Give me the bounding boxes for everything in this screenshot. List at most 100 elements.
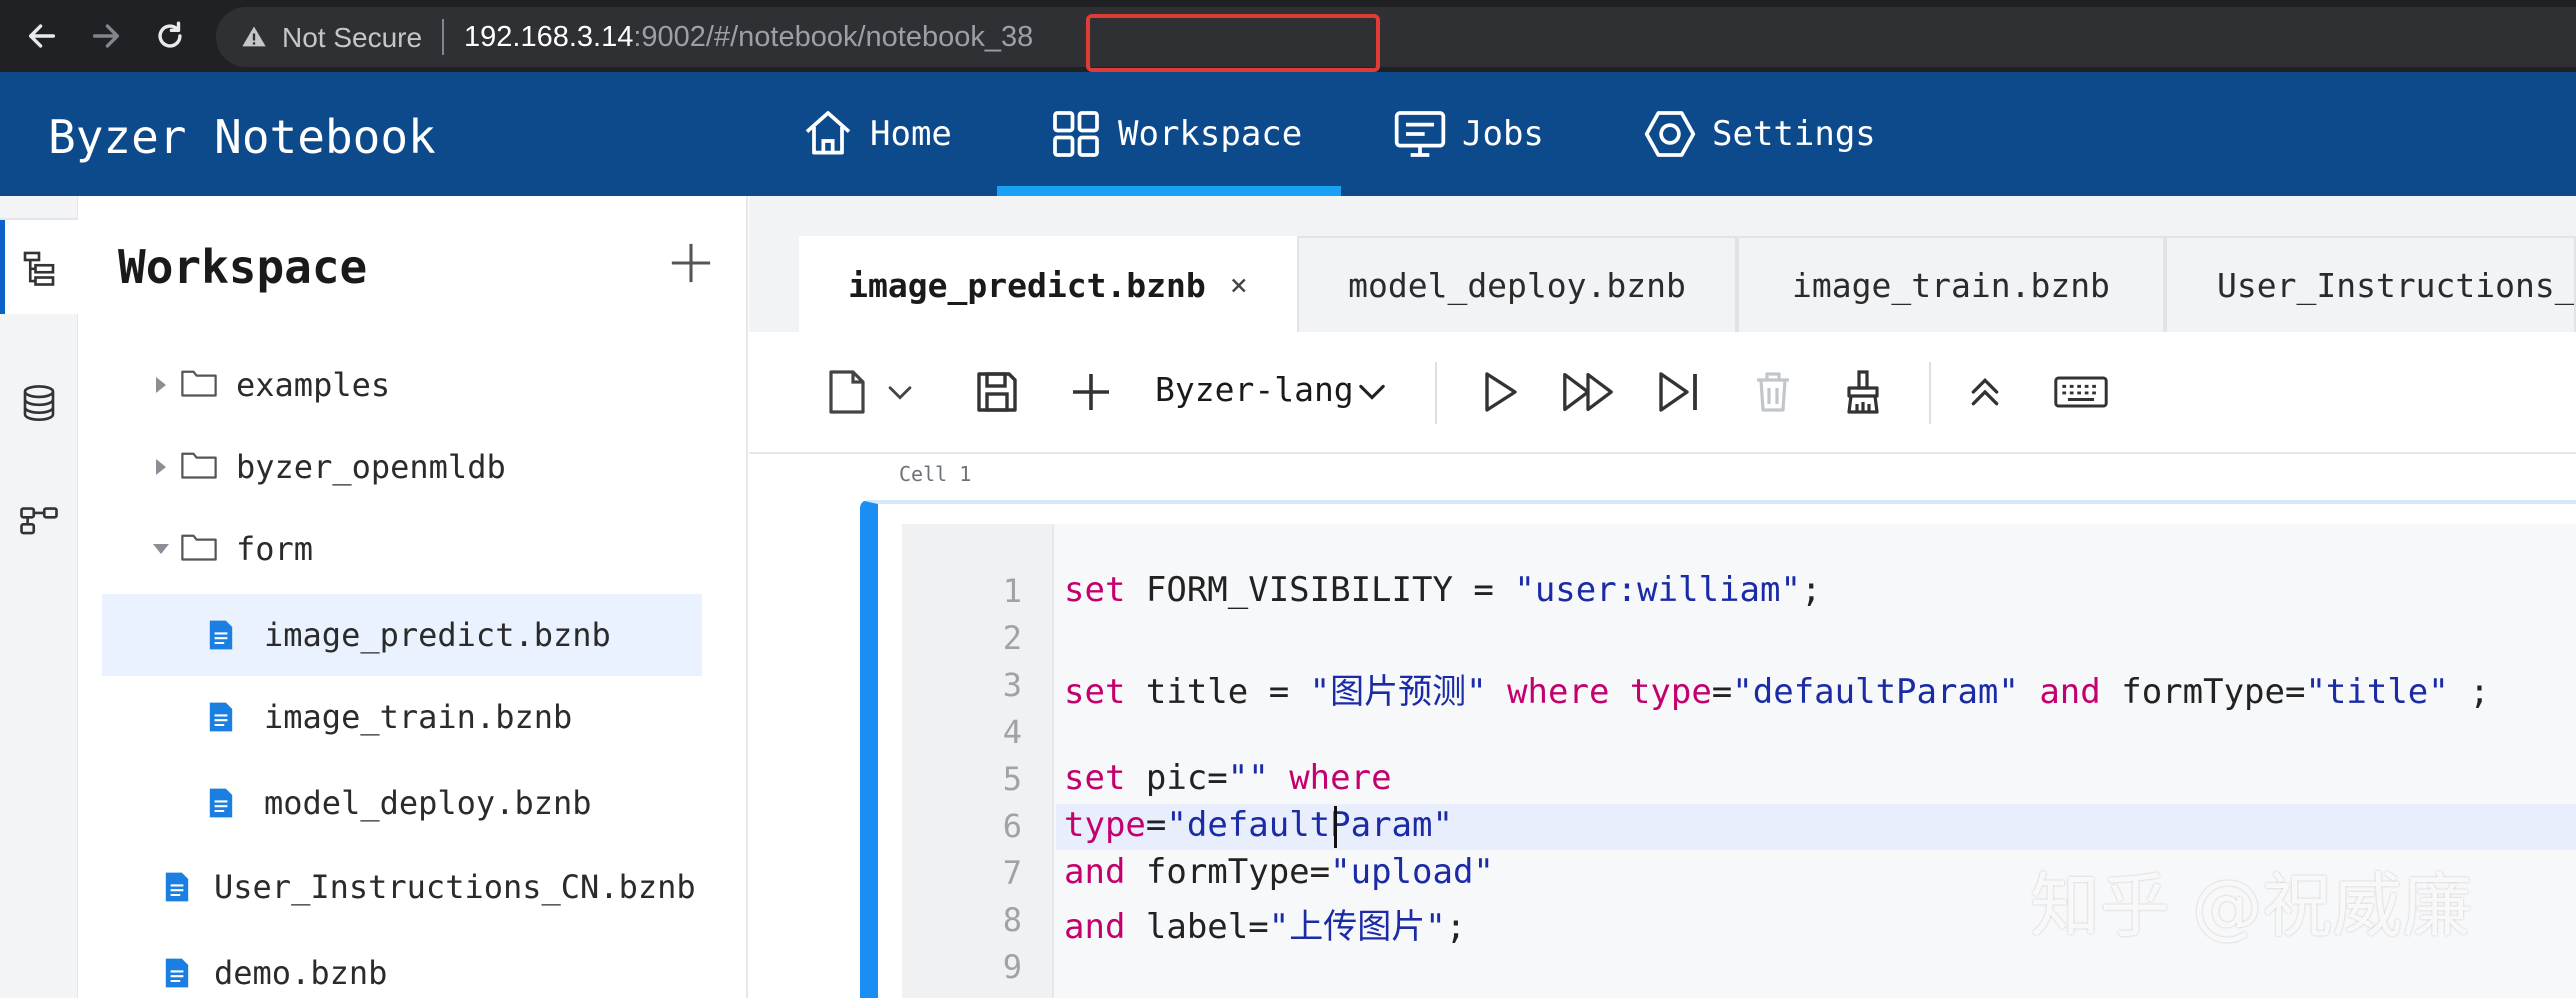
- line-number: 6: [1002, 807, 1022, 845]
- forward-icon[interactable]: [82, 12, 130, 60]
- tree-file-demo[interactable]: demo.bznb: [102, 932, 702, 998]
- toolbar-separator: [1929, 362, 1931, 424]
- url-highlight-box: [1086, 14, 1380, 72]
- code-token: where: [1486, 672, 1630, 712]
- file-icon: [165, 872, 189, 902]
- chevron-down-icon[interactable]: [1355, 378, 1389, 406]
- nav-settings[interactable]: Settings: [1642, 72, 1876, 196]
- save-icon[interactable]: [973, 368, 1021, 416]
- nav-jobs[interactable]: Jobs: [1392, 72, 1544, 196]
- nav-home-label: Home: [870, 114, 952, 154]
- code-token: type: [1064, 805, 1146, 845]
- run-below-icon[interactable]: [1655, 368, 1703, 416]
- keyboard-icon[interactable]: [2053, 368, 2109, 416]
- tree-item-label: examples: [236, 366, 391, 404]
- line-number-gutter: 1 2 3 4 5 6 7 8 9: [902, 524, 1054, 998]
- code-token: and: [2018, 672, 2122, 712]
- brand-title[interactable]: Byzer Notebook: [48, 110, 436, 164]
- code-token: and: [1064, 907, 1126, 947]
- tree-folder-byzer-openmldb[interactable]: byzer_openmldb: [102, 426, 702, 508]
- code-token: "图片预测": [1309, 672, 1487, 712]
- add-icon[interactable]: [668, 240, 714, 286]
- code-token: where: [1268, 758, 1392, 798]
- folder-icon: [181, 370, 217, 397]
- tree-file-user-instructions[interactable]: User_Instructions_CN.bznb: [102, 846, 702, 928]
- tree-file-image-predict[interactable]: image_predict.bznb: [102, 594, 702, 676]
- file-icon: [165, 958, 189, 988]
- browser-toolbar: Not Secure 192.168.3.14:9002/#/notebook/…: [0, 0, 2576, 72]
- back-icon[interactable]: [18, 12, 66, 60]
- nav-home[interactable]: Home: [800, 72, 952, 196]
- tree-item-label: image_train.bznb: [264, 698, 573, 736]
- close-icon[interactable]: ×: [1230, 268, 1248, 303]
- add-cell-icon[interactable]: [1067, 368, 1115, 416]
- code-token: "defaultParam": [1732, 672, 2019, 712]
- url-path: :9002/#/notebook: [633, 21, 858, 53]
- nav-settings-label: Settings: [1712, 114, 1876, 154]
- workspace-title: Workspace: [118, 240, 368, 294]
- code-token: type: [1629, 672, 1712, 712]
- tree-item-label: demo.bznb: [214, 954, 388, 992]
- line-number: 9: [1002, 948, 1022, 986]
- notebook-tabs: image_predict.bznb × model_deploy.bznb i…: [799, 236, 2576, 332]
- tree-file-model-deploy[interactable]: model_deploy.bznb: [102, 762, 702, 844]
- workspace-panel: Workspace examples byzer_openmldb form i…: [78, 196, 748, 998]
- code-token: title =: [1125, 672, 1310, 712]
- line-number: 4: [1002, 713, 1022, 751]
- tab-model-deploy[interactable]: model_deploy.bznb: [1297, 236, 1737, 332]
- code-token: =: [1711, 672, 1733, 712]
- language-select[interactable]: Byzer-lang: [1155, 370, 1354, 409]
- run-all-icon[interactable]: [1559, 368, 1617, 416]
- warning-icon[interactable]: [240, 23, 268, 51]
- code-token: and: [1064, 852, 1126, 892]
- tab-label: model_deploy.bznb: [1348, 265, 1686, 305]
- chevron-down-icon[interactable]: [883, 368, 917, 416]
- not-secure-label[interactable]: Not Secure: [282, 22, 422, 54]
- app-header: Byzer Notebook Home Workspace Jobs Setti…: [0, 72, 2576, 196]
- reload-icon[interactable]: [146, 12, 194, 60]
- toolbar-separator: [1435, 362, 1437, 424]
- tree-icon[interactable]: [18, 246, 60, 288]
- tab-user-instructions[interactable]: User_Instructions_C: [2165, 236, 2576, 332]
- url-text[interactable]: 192.168.3.14:9002/#/notebook/notebook_38: [464, 21, 1033, 54]
- code-line-7: and formType="upload": [1064, 852, 1494, 892]
- line-number: 8: [1002, 901, 1022, 939]
- grid-icon: [1053, 111, 1099, 157]
- home-icon: [805, 111, 851, 155]
- tree-folder-examples[interactable]: examples: [102, 344, 702, 426]
- caret-right-icon[interactable]: [156, 459, 166, 475]
- tree-file-image-train[interactable]: image_train.bznb: [102, 676, 702, 758]
- url-suffix: /notebook_38: [857, 21, 1034, 53]
- code-line-3: set title = "图片预测" where type="defaultPa…: [1064, 664, 2490, 713]
- url-host: 192.168.3.14: [464, 21, 634, 53]
- caret-right-icon[interactable]: [156, 377, 166, 393]
- folder-icon: [181, 534, 217, 561]
- delete-icon[interactable]: [1749, 368, 1797, 416]
- file-new-icon[interactable]: [827, 368, 867, 416]
- address-bar[interactable]: Not Secure 192.168.3.14:9002/#/notebook/…: [216, 7, 2576, 72]
- clear-output-icon[interactable]: [1839, 368, 1887, 416]
- caret-down-icon[interactable]: [153, 544, 169, 554]
- file-icon: [209, 788, 233, 818]
- left-icon-rail: [0, 196, 78, 998]
- code-token: =: [1145, 805, 1167, 845]
- nav-jobs-label: Jobs: [1462, 114, 1544, 154]
- code-token: "upload": [1330, 852, 1494, 892]
- nav-active-indicator: [997, 186, 1341, 196]
- line-number: 2: [1002, 619, 1022, 657]
- tree-folder-form[interactable]: form: [102, 508, 702, 590]
- run-cell-icon[interactable]: [1475, 368, 1523, 416]
- code-token: "上传图片": [1268, 907, 1446, 947]
- workflow-icon[interactable]: [18, 498, 60, 540]
- nav-workspace[interactable]: Workspace: [1048, 72, 1302, 196]
- code-line-1: set FORM_VISIBILITY = "user:william";: [1064, 570, 1821, 610]
- code-token: ;: [1445, 907, 1467, 947]
- tab-image-predict[interactable]: image_predict.bznb ×: [799, 236, 1297, 332]
- cell-toolbar: Byzer-lang: [749, 332, 2576, 454]
- cell-label: Cell 1: [899, 462, 972, 486]
- tree-item-label: form: [236, 530, 314, 568]
- collapse-up-icon[interactable]: [1965, 368, 2005, 416]
- file-icon: [209, 620, 233, 650]
- database-icon[interactable]: [18, 382, 60, 424]
- tab-image-train[interactable]: image_train.bznb: [1737, 236, 2165, 332]
